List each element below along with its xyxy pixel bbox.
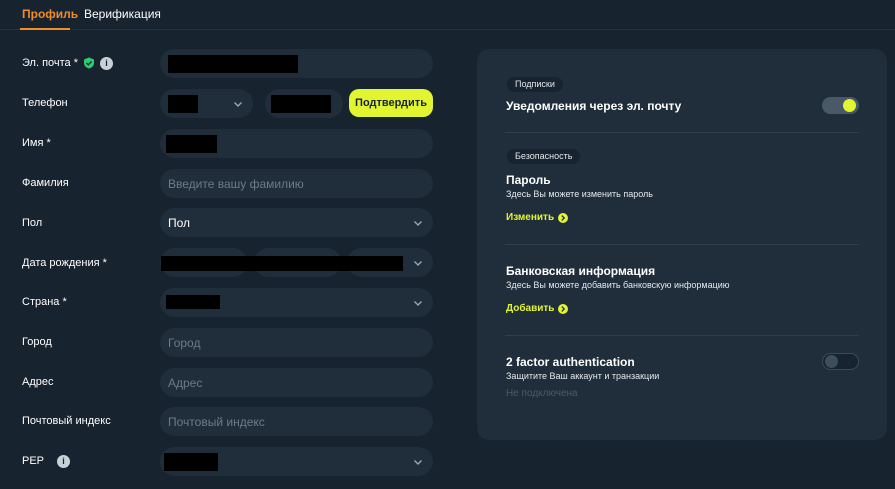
twofa-status: Не подключена bbox=[506, 388, 578, 399]
arrow-right-icon bbox=[558, 212, 569, 223]
country-select[interactable] bbox=[160, 288, 433, 317]
city-field[interactable]: Город bbox=[160, 328, 433, 357]
last-name-placeholder: Введите вашу фамилию bbox=[168, 176, 304, 191]
gender-label: Пол bbox=[22, 217, 43, 229]
toggle-knob bbox=[843, 99, 856, 112]
change-password-label: Изменить bbox=[506, 212, 555, 223]
email-redacted-value bbox=[168, 55, 298, 73]
pep-select[interactable] bbox=[160, 447, 433, 476]
gender-select[interactable]: Пол bbox=[160, 208, 433, 237]
phone-country-code-select[interactable] bbox=[160, 89, 253, 118]
pep-info-icon[interactable]: i bbox=[57, 454, 71, 468]
bank-info-description: Здесь Вы можете добавить банковскую инфо… bbox=[506, 280, 730, 290]
tab-bar: Профиль Верификация bbox=[0, 0, 895, 30]
first-name-field[interactable] bbox=[160, 129, 433, 158]
password-description: Здесь Вы можете изменить пароль bbox=[506, 189, 653, 199]
phone-label: Телефон bbox=[22, 97, 68, 109]
email-field[interactable] bbox=[160, 49, 433, 78]
first-name-redacted-value bbox=[166, 135, 217, 153]
pep-label-row: PEP i bbox=[22, 453, 71, 469]
pep-label: PEP bbox=[22, 455, 45, 467]
email-notifications-toggle[interactable] bbox=[822, 97, 859, 114]
email-info-icon[interactable]: i bbox=[100, 56, 114, 70]
active-tab-indicator bbox=[20, 28, 70, 30]
twofa-title: 2 factor authentication bbox=[506, 355, 635, 369]
settings-panel: Подписки Уведомления через эл. почту Без… bbox=[477, 49, 887, 440]
gender-selected-value: Пол bbox=[168, 215, 191, 230]
twofa-toggle[interactable] bbox=[822, 353, 859, 370]
verified-shield-icon bbox=[83, 57, 95, 69]
phone-number-field[interactable] bbox=[265, 89, 343, 118]
postal-code-label: Почтовый индекс bbox=[22, 415, 111, 427]
pep-redacted-value bbox=[164, 453, 218, 471]
email-label: Эл. почта * bbox=[22, 57, 79, 69]
security-chip: Безопасность bbox=[507, 149, 581, 164]
city-label: Город bbox=[22, 336, 52, 348]
country-redacted-value bbox=[166, 295, 220, 309]
last-name-field[interactable]: Введите вашу фамилию bbox=[160, 169, 433, 198]
address-label: Адрес bbox=[22, 376, 54, 388]
postal-code-placeholder: Почтовый индекс bbox=[168, 414, 265, 429]
birthdate-label: Дата рождения * bbox=[22, 257, 107, 269]
first-name-label: Имя * bbox=[22, 137, 51, 149]
divider bbox=[505, 132, 859, 133]
change-password-link[interactable]: Изменить bbox=[506, 212, 569, 223]
password-title: Пароль bbox=[506, 173, 551, 187]
email-notifications-title: Уведомления через эл. почту bbox=[506, 99, 682, 113]
tab-profile[interactable]: Профиль bbox=[22, 7, 78, 21]
phone-number-redacted-value bbox=[271, 95, 331, 113]
chevron-down-icon bbox=[413, 257, 423, 267]
chevron-down-icon bbox=[233, 98, 243, 108]
confirm-phone-button[interactable]: Подтвердить bbox=[349, 89, 433, 117]
divider bbox=[505, 335, 859, 336]
city-placeholder: Город bbox=[168, 335, 201, 350]
divider bbox=[505, 244, 859, 245]
address-field[interactable]: Адрес bbox=[160, 368, 433, 397]
chevron-down-icon bbox=[413, 297, 423, 307]
toggle-knob bbox=[825, 355, 838, 368]
country-label: Страна * bbox=[22, 296, 67, 308]
phone-code-redacted-value bbox=[168, 95, 198, 113]
twofa-description: Защитите Ваш аккаунт и транзакции bbox=[506, 371, 660, 381]
arrow-right-icon bbox=[558, 303, 569, 314]
address-placeholder: Адрес bbox=[168, 375, 203, 390]
add-bank-info-link[interactable]: Добавить bbox=[506, 303, 569, 314]
postal-code-field[interactable]: Почтовый индекс bbox=[160, 407, 433, 436]
last-name-label: Фамилия bbox=[22, 177, 69, 189]
chevron-down-icon bbox=[413, 456, 423, 466]
birthdate-redacted-value bbox=[161, 256, 403, 271]
add-bank-info-label: Добавить bbox=[506, 303, 555, 314]
tab-verification[interactable]: Верификация bbox=[84, 7, 161, 21]
chevron-down-icon bbox=[413, 217, 423, 227]
subscriptions-chip: Подписки bbox=[507, 77, 563, 92]
bank-info-title: Банковская информация bbox=[506, 264, 656, 278]
email-label-row: Эл. почта * i bbox=[22, 55, 114, 71]
